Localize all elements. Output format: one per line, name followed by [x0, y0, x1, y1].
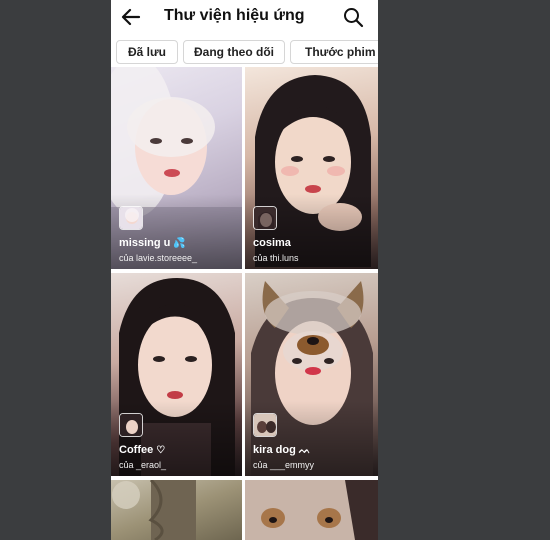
tab-reels[interactable]: Thước phim — [290, 40, 378, 64]
avatar — [253, 413, 277, 437]
tab-saved[interactable]: Đã lưu — [116, 40, 178, 64]
effect-card[interactable] — [111, 480, 242, 540]
effect-card[interactable] — [245, 480, 378, 540]
avatar — [119, 413, 143, 437]
effect-author: của _eraol_ — [119, 460, 167, 470]
effect-card-kira-dog[interactable]: kira dog ᨓ của ___emmyy — [245, 273, 378, 476]
header: Thư viện hiệu ứng — [111, 0, 378, 34]
effect-preview-image — [112, 480, 196, 540]
phone-screen: Thư viện hiệu ứng Đã lưu Đang theo dõi T… — [111, 0, 378, 540]
effect-name: missing u 💦 — [119, 237, 186, 249]
tab-following[interactable]: Đang theo dõi — [183, 40, 285, 64]
heart-icon: ♡ — [156, 445, 166, 456]
effect-name: Coffee ♡ — [119, 444, 166, 456]
waves-icon: ᨓ — [298, 445, 311, 456]
back-arrow-icon[interactable] — [120, 6, 142, 28]
filter-tabs: Đã lưu Đang theo dõi Thước phim — [111, 40, 378, 64]
effect-name: kira dog ᨓ — [253, 444, 311, 456]
effect-author: của lavie.storeeee_ — [119, 253, 198, 263]
avatar — [119, 206, 143, 230]
effect-author: của thi.luns — [253, 253, 299, 263]
effect-card-cosima[interactable]: cosima của thi.luns — [245, 67, 378, 269]
search-icon[interactable] — [342, 6, 364, 28]
effect-card-coffee[interactable]: Coffee ♡ của _eraol_ — [111, 273, 242, 476]
effect-preview-image — [245, 480, 378, 540]
avatar — [253, 206, 277, 230]
droplets-icon: 💦 — [173, 238, 186, 249]
effect-author: của ___emmyy — [253, 460, 315, 470]
effects-grid: missing u 💦 của lavie.storeeee_ cosima củ… — [111, 67, 378, 540]
page-title: Thư viện hiệu ứng — [164, 7, 305, 24]
effect-name: cosima — [253, 237, 291, 249]
effect-card-missing-u[interactable]: missing u 💦 của lavie.storeeee_ — [111, 67, 242, 269]
